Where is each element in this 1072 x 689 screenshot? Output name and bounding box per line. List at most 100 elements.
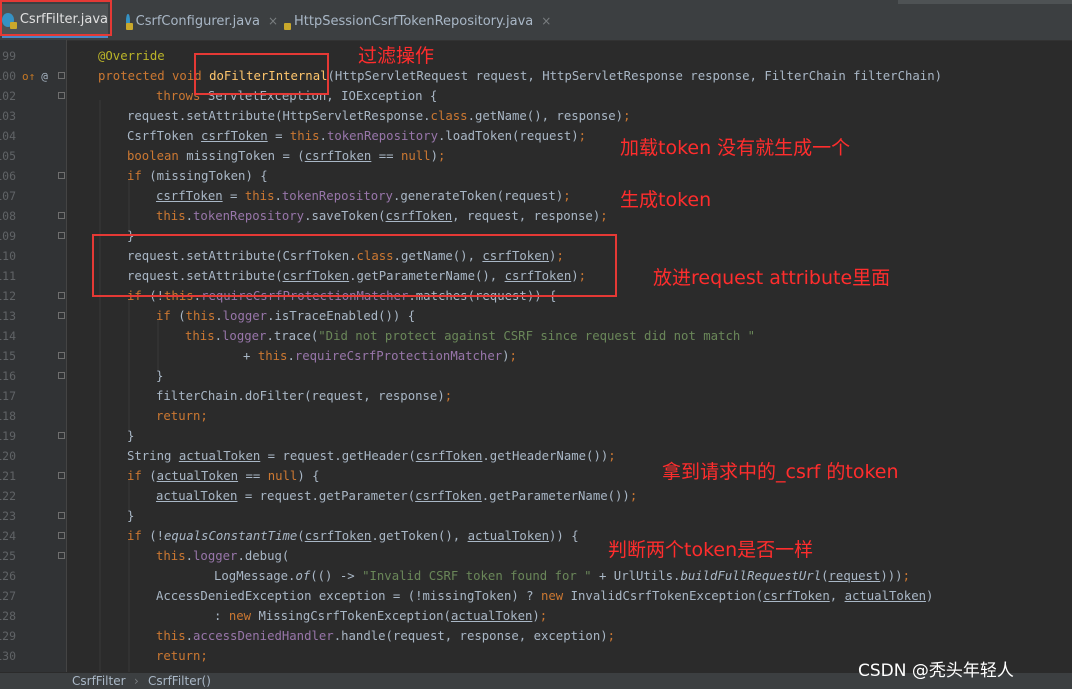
code-text[interactable]: CsrfToken csrfToken = this.tokenReposito… — [127, 126, 586, 146]
code-line[interactable]: 116} — [0, 366, 1072, 386]
code-text[interactable]: if (actualToken == null) { — [127, 466, 320, 486]
line-number[interactable]: 116 — [0, 366, 16, 386]
code-line[interactable]: 104 CsrfToken csrfToken = this.tokenRepos… — [0, 126, 1072, 146]
code-line[interactable]: 118 return; — [0, 406, 1072, 426]
line-number[interactable]: 111 — [0, 266, 16, 286]
code-text[interactable]: } — [127, 506, 134, 526]
code-text[interactable]: if (!equalsConstantTime(csrfToken.getTok… — [127, 526, 579, 546]
code-line[interactable]: 106 if (missingToken) { — [0, 166, 1072, 186]
fold-marker-icon[interactable] — [58, 292, 65, 299]
line-number[interactable]: 99 — [0, 46, 16, 66]
line-number[interactable]: 100 — [0, 66, 16, 86]
code-text[interactable]: + this.requireCsrfProtectionMatcher); — [243, 346, 517, 366]
line-number[interactable]: 110 — [0, 246, 16, 266]
line-number[interactable]: 117 — [0, 386, 16, 406]
code-text[interactable]: String actualToken = request.getHeader(c… — [127, 446, 616, 466]
line-number[interactable]: 123 — [0, 506, 16, 526]
tab-http-session-csrf-token-repository[interactable]: HttpSessionCsrfTokenRepository.java × — [284, 4, 551, 38]
code-text[interactable]: this.accessDeniedHandler.handle(request,… — [156, 626, 615, 646]
code-line[interactable]: 114 this.logger.trace("Did not protect ag… — [0, 326, 1072, 346]
code-text[interactable]: return; — [156, 406, 208, 426]
code-text[interactable]: boolean missingToken = (csrfToken == nul… — [127, 146, 445, 166]
code-line[interactable]: 117 filterChain.doFilter(request, respons… — [0, 386, 1072, 406]
code-line[interactable]: 100protected void doFilterInternal(HttpS… — [0, 66, 1072, 86]
code-text[interactable]: csrfToken = this.tokenRepository.generat… — [156, 186, 571, 206]
fold-marker-icon[interactable] — [58, 72, 65, 79]
code-line[interactable]: 126 LogMessage.of(() -> "Invalid CSRF tok… — [0, 566, 1072, 586]
code-text[interactable]: if (missingToken) { — [127, 166, 268, 186]
line-number[interactable]: 118 — [0, 406, 16, 426]
line-number[interactable]: 113 — [0, 306, 16, 326]
code-line[interactable]: 124 if (!equalsConstantTime(csrfToken.get… — [0, 526, 1072, 546]
fold-marker-icon[interactable] — [58, 212, 65, 219]
fold-marker-icon[interactable] — [58, 512, 65, 519]
code-line[interactable]: 122 actualToken = request.getParameter(cs… — [0, 486, 1072, 506]
close-icon[interactable]: × — [268, 14, 278, 28]
line-number[interactable]: 112 — [0, 286, 16, 306]
fold-marker-icon[interactable] — [58, 552, 65, 559]
code-line[interactable]: 128 : new MissingCsrfTokenException(actua… — [0, 606, 1072, 626]
code-text[interactable]: this.tokenRepository.saveToken(csrfToken… — [156, 206, 608, 226]
line-number[interactable]: 104 — [0, 126, 16, 146]
code-line[interactable]: 113 if (this.logger.isTraceEnabled()) { — [0, 306, 1072, 326]
fold-marker-icon[interactable] — [58, 312, 65, 319]
code-line[interactable]: 119} — [0, 426, 1072, 446]
line-number[interactable]: 109 — [0, 226, 16, 246]
line-number[interactable]: 124 — [0, 526, 16, 546]
code-line[interactable]: 127 AccessDeniedException exception = (!m… — [0, 586, 1072, 606]
override-method-icon[interactable]: o↑ — [22, 70, 35, 83]
line-number[interactable]: 115 — [0, 346, 16, 366]
code-text[interactable]: actualToken = request.getParameter(csrfT… — [156, 486, 637, 506]
code-text[interactable]: @Override — [98, 46, 165, 66]
line-number[interactable]: 121 — [0, 466, 16, 486]
tab-csrf-configurer[interactable]: CsrfConfigurer.java × — [125, 4, 278, 38]
code-text[interactable]: this.logger.debug( — [156, 546, 289, 566]
line-number[interactable]: 106 — [0, 166, 16, 186]
code-line[interactable]: 107 csrfToken = this.tokenRepository.gene… — [0, 186, 1072, 206]
line-number[interactable]: 107 — [0, 186, 16, 206]
line-number[interactable]: 103 — [0, 106, 16, 126]
code-text[interactable]: filterChain.doFilter(request, response); — [156, 386, 452, 406]
fold-marker-icon[interactable] — [58, 352, 65, 359]
breadcrumb-class[interactable]: CsrfFilter — [72, 674, 126, 688]
code-text[interactable]: LogMessage.of(() -> "Invalid CSRF token … — [214, 566, 910, 586]
line-number[interactable]: 108 — [0, 206, 16, 226]
code-text[interactable]: return; — [156, 646, 208, 666]
code-line[interactable]: 105 boolean missingToken = (csrfToken == … — [0, 146, 1072, 166]
code-text[interactable]: } — [127, 426, 134, 446]
code-line[interactable]: 99 @Override — [0, 46, 1072, 66]
line-number[interactable]: 130 — [0, 646, 16, 666]
line-number[interactable]: 114 — [0, 326, 16, 346]
fold-marker-icon[interactable] — [58, 172, 65, 179]
line-number[interactable]: 120 — [0, 446, 16, 466]
code-line[interactable]: 103 request.setAttribute(HttpServletRespo… — [0, 106, 1072, 126]
line-number[interactable]: 127 — [0, 586, 16, 606]
code-line[interactable]: 121 if (actualToken == null) { — [0, 466, 1072, 486]
code-text[interactable]: if (this.logger.isTraceEnabled()) { — [156, 306, 415, 326]
code-text[interactable]: : new MissingCsrfTokenException(actualTo… — [214, 606, 547, 626]
code-line[interactable]: 120 String actualToken = request.getHeade… — [0, 446, 1072, 466]
fold-marker-icon[interactable] — [58, 472, 65, 479]
line-number[interactable]: 119 — [0, 426, 16, 446]
code-text[interactable]: request.setAttribute(HttpServletResponse… — [127, 106, 630, 126]
code-line[interactable]: 129 this.accessDeniedHandler.handle(reque… — [0, 626, 1072, 646]
line-number[interactable]: 105 — [0, 146, 16, 166]
code-line[interactable]: 102throws ServletException, IOException … — [0, 86, 1072, 106]
code-line[interactable]: 125 this.logger.debug( — [0, 546, 1072, 566]
line-number[interactable]: 129 — [0, 626, 16, 646]
line-number[interactable]: 125 — [0, 546, 16, 566]
fold-marker-icon[interactable] — [58, 232, 65, 239]
fold-marker-icon[interactable] — [58, 432, 65, 439]
line-number[interactable]: 126 — [0, 566, 16, 586]
line-number[interactable]: 122 — [0, 486, 16, 506]
code-text[interactable]: this.logger.trace("Did not protect again… — [185, 326, 755, 346]
code-line[interactable]: 108 this.tokenRepository.saveToken(csrfTo… — [0, 206, 1072, 226]
close-icon[interactable]: × — [541, 14, 551, 28]
line-number[interactable]: 128 — [0, 606, 16, 626]
fold-marker-icon[interactable] — [58, 92, 65, 99]
fold-marker-icon[interactable] — [58, 372, 65, 379]
code-text[interactable]: } — [156, 366, 163, 386]
code-text[interactable]: AccessDeniedException exception = (!miss… — [156, 586, 933, 606]
breadcrumb-method[interactable]: CsrfFilter() — [148, 674, 211, 688]
line-number[interactable]: 102 — [0, 86, 16, 106]
